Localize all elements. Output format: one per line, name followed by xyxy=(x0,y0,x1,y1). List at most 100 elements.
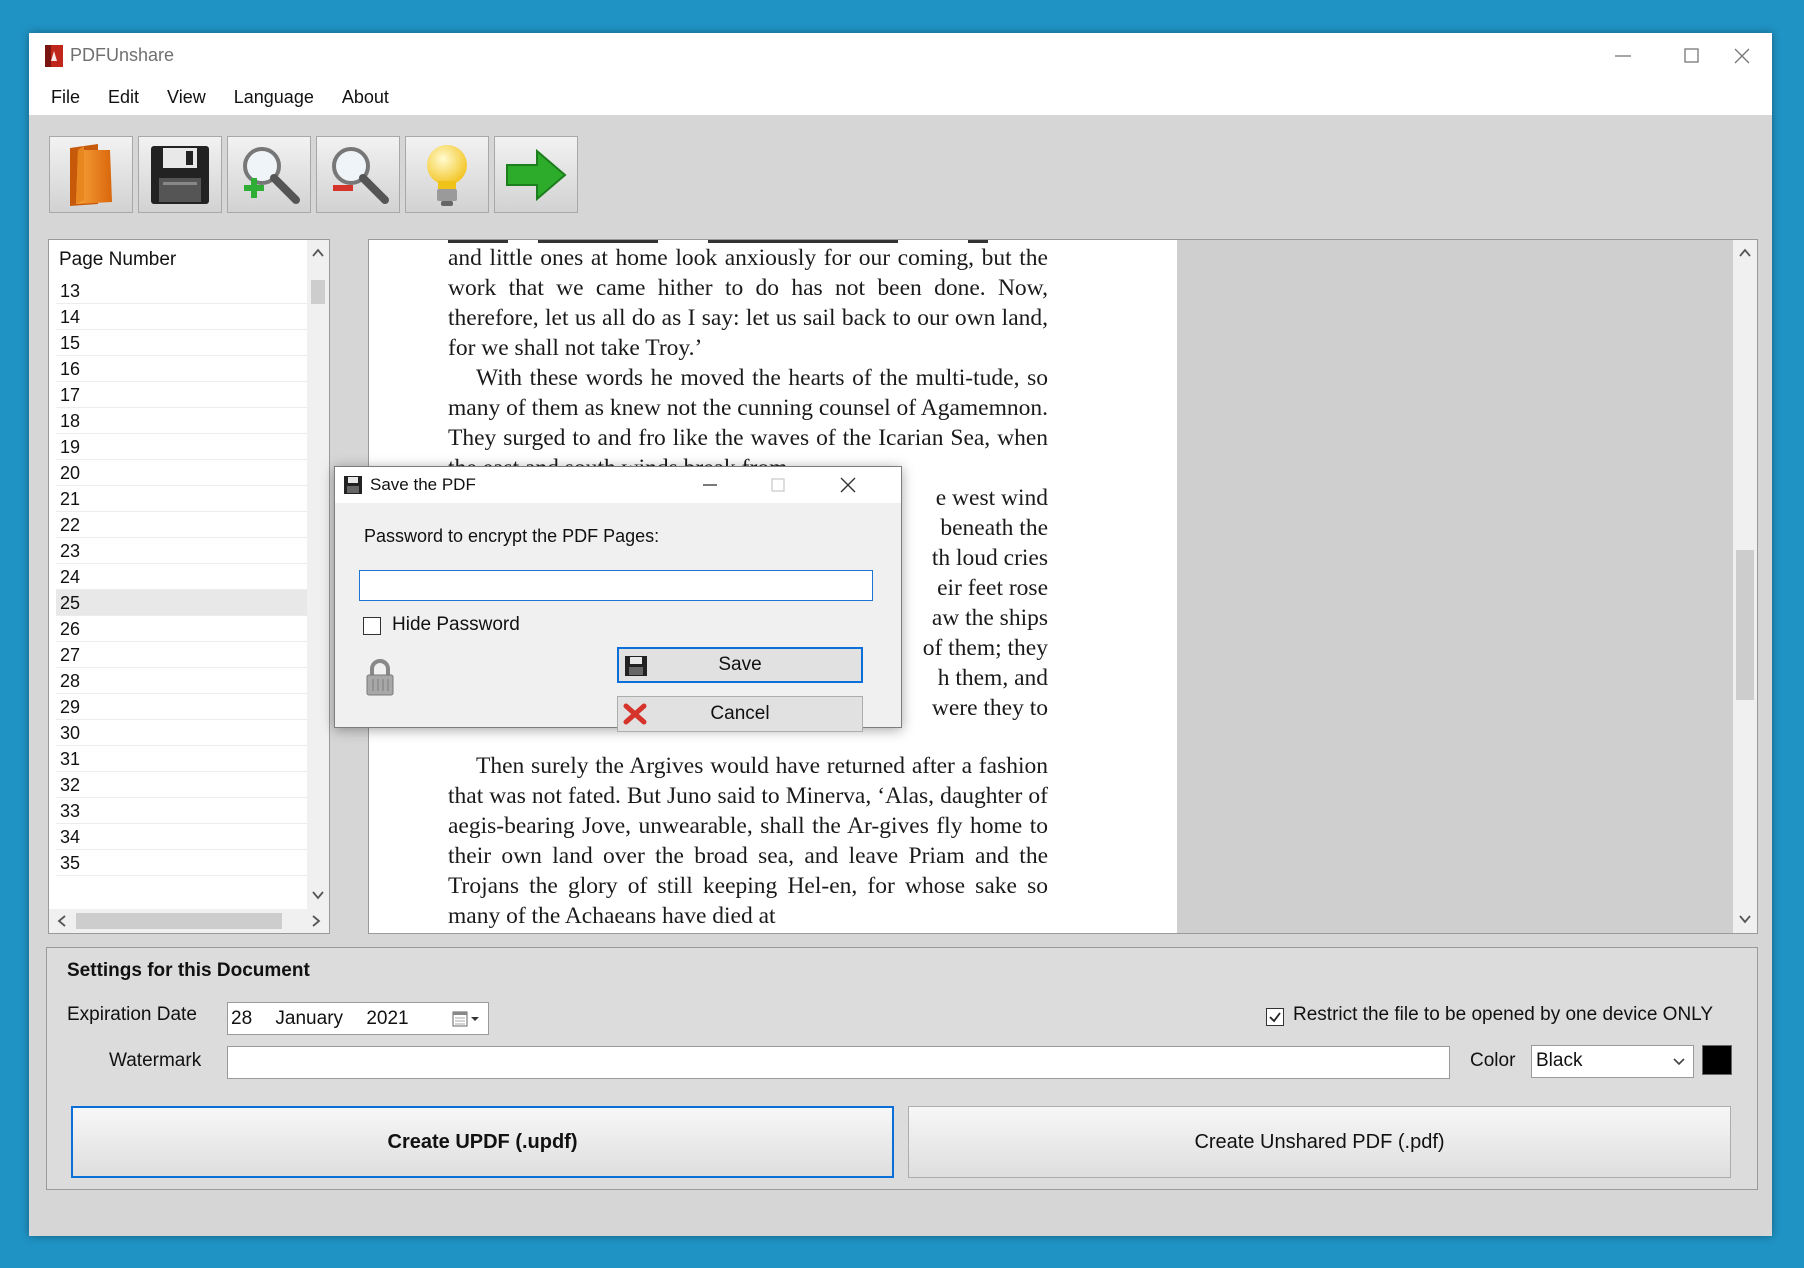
password-input[interactable] xyxy=(359,570,873,601)
password-label: Password to encrypt the PDF Pages: xyxy=(364,526,660,546)
menu-about[interactable]: About xyxy=(328,87,403,108)
page-list-item[interactable]: 24 xyxy=(56,564,318,590)
page-number-list[interactable]: Page Number 13 14 15 16 17 18 19 20 21 22 23 24 25 26… xyxy=(48,239,330,934)
page-list-item[interactable]: 22 xyxy=(56,512,318,538)
minimize-button[interactable] xyxy=(1593,33,1653,79)
pdf-app-icon xyxy=(45,45,63,67)
next-arrow-icon xyxy=(506,148,567,201)
page-list-item[interactable]: 25 xyxy=(56,590,318,616)
page-list-item[interactable]: 19 xyxy=(56,434,318,460)
viewer-vertical-scrollbar[interactable] xyxy=(1733,240,1757,933)
page-list-item[interactable]: 31 xyxy=(56,746,318,772)
scroll-thumb[interactable] xyxy=(311,280,325,304)
lock-icon xyxy=(366,659,394,696)
zoom-in-icon xyxy=(243,146,300,204)
page-list-item[interactable]: 21 xyxy=(56,486,318,512)
dialog-title: Save the PDF xyxy=(370,475,476,494)
lightbulb-icon xyxy=(427,144,467,206)
page-list-horizontal-scrollbar[interactable] xyxy=(49,909,329,933)
page-list-item[interactable]: 27 xyxy=(56,642,318,668)
create-unshared-pdf-button[interactable]: Create Unshared PDF (.pdf) xyxy=(908,1106,1731,1178)
restrict-device-label[interactable]: Restrict the file to be opened by one de… xyxy=(1293,1004,1713,1026)
close-icon xyxy=(840,477,856,493)
tips-button[interactable] xyxy=(405,136,489,213)
page-rows: 13 14 15 16 17 18 19 20 21 22 23 24 25 26 27 28 29 30 31 32… xyxy=(56,278,326,876)
settings-title: Settings for this Document xyxy=(67,960,310,981)
dialog-save-button[interactable]: Save xyxy=(617,647,863,683)
horizontal-scroll-thumb[interactable] xyxy=(76,913,282,929)
date-year: 2021 xyxy=(366,1008,409,1029)
menu-edit[interactable]: Edit xyxy=(94,87,153,108)
open-button[interactable] xyxy=(49,136,133,213)
scroll-right-icon xyxy=(312,915,321,927)
color-select-value: Black xyxy=(1536,1050,1583,1071)
menu-bar: File Edit View Language About xyxy=(29,79,1772,115)
page-list-item[interactable]: 15 xyxy=(56,330,318,356)
cancel-x-icon xyxy=(623,703,647,725)
page-list-item[interactable]: 18 xyxy=(56,408,318,434)
scroll-down-icon xyxy=(312,891,324,900)
next-button[interactable] xyxy=(494,136,578,213)
zoom-out-button[interactable] xyxy=(316,136,400,213)
paragraph-2: With these words he moved the hearts of … xyxy=(448,365,1048,481)
hide-password-checkbox[interactable] xyxy=(363,617,381,635)
page-list-item[interactable]: 26 xyxy=(56,616,318,642)
dialog-title-bar: Save the PDF xyxy=(335,467,901,503)
color-select[interactable]: Black xyxy=(1531,1045,1694,1078)
save-pdf-dialog: Save the PDF Password to encrypt the PDF… xyxy=(334,466,902,732)
menu-file[interactable]: File xyxy=(29,87,94,108)
viewer-scroll-thumb[interactable] xyxy=(1736,550,1754,700)
expiration-date-picker[interactable]: 28 January 2021 xyxy=(227,1002,489,1035)
restrict-device-checkbox[interactable] xyxy=(1266,1008,1284,1026)
menu-language[interactable]: Language xyxy=(220,87,328,108)
scroll-up-icon xyxy=(312,248,324,257)
page-list-item[interactable]: 30 xyxy=(56,720,318,746)
menu-view[interactable]: View xyxy=(153,87,220,108)
page-list-vertical-scrollbar[interactable] xyxy=(307,240,329,910)
page-list-item[interactable]: 28 xyxy=(56,668,318,694)
close-icon xyxy=(1734,48,1750,64)
page-list-item[interactable]: 14 xyxy=(56,304,318,330)
close-button[interactable] xyxy=(1712,33,1772,79)
scroll-up-icon xyxy=(1739,248,1751,257)
save-button-label: Save xyxy=(718,654,762,675)
page-list-item[interactable]: 32 xyxy=(56,772,318,798)
create-updf-button[interactable]: Create UPDF (.updf) xyxy=(71,1106,894,1178)
page-list-item[interactable]: 16 xyxy=(56,356,318,382)
save-toolbar-button[interactable] xyxy=(138,136,222,213)
minimize-icon xyxy=(1615,55,1631,57)
dialog-close-button[interactable] xyxy=(819,467,875,503)
watermark-input[interactable] xyxy=(227,1046,1450,1079)
save-icon xyxy=(344,476,362,494)
zoom-in-button[interactable] xyxy=(227,136,311,213)
paragraph-3: Then surely the Argives would have retur… xyxy=(448,753,1048,929)
page-list-item[interactable]: 35 xyxy=(56,850,318,876)
scroll-left-icon xyxy=(57,915,66,927)
checkmark-icon xyxy=(1269,1012,1281,1023)
page-list-item[interactable]: 33 xyxy=(56,798,318,824)
document-settings-panel: Settings for this Document Expiration Da… xyxy=(46,947,1758,1190)
page-list-item[interactable]: 20 xyxy=(56,460,318,486)
toolbar xyxy=(49,136,578,216)
watermark-label: Watermark xyxy=(109,1050,202,1071)
page-list-item[interactable]: 17 xyxy=(56,382,318,408)
dialog-maximize-button xyxy=(749,467,805,503)
window-title: PDFUnshare xyxy=(70,45,175,65)
expiration-date-label: Expiration Date xyxy=(67,1004,197,1025)
page-list-item[interactable]: 13 xyxy=(56,278,318,304)
title-bar: PDFUnshare xyxy=(29,33,1772,79)
hide-password-label[interactable]: Hide Password xyxy=(392,614,520,636)
page-list-item[interactable]: 34 xyxy=(56,824,318,850)
color-label: Color xyxy=(1470,1050,1516,1071)
page-list-header: Page Number xyxy=(59,249,177,270)
dialog-cancel-button[interactable]: Cancel xyxy=(617,696,863,732)
dialog-minimize-button[interactable] xyxy=(681,467,737,503)
save-icon xyxy=(625,656,647,676)
page-list-item[interactable]: 29 xyxy=(56,694,318,720)
maximize-icon xyxy=(771,478,785,492)
calendar-dropdown-icon[interactable] xyxy=(452,1009,482,1029)
color-swatch[interactable] xyxy=(1702,1045,1732,1075)
page-list-item[interactable]: 23 xyxy=(56,538,318,564)
zoom-out-icon xyxy=(332,146,389,204)
minimize-icon xyxy=(703,484,717,486)
